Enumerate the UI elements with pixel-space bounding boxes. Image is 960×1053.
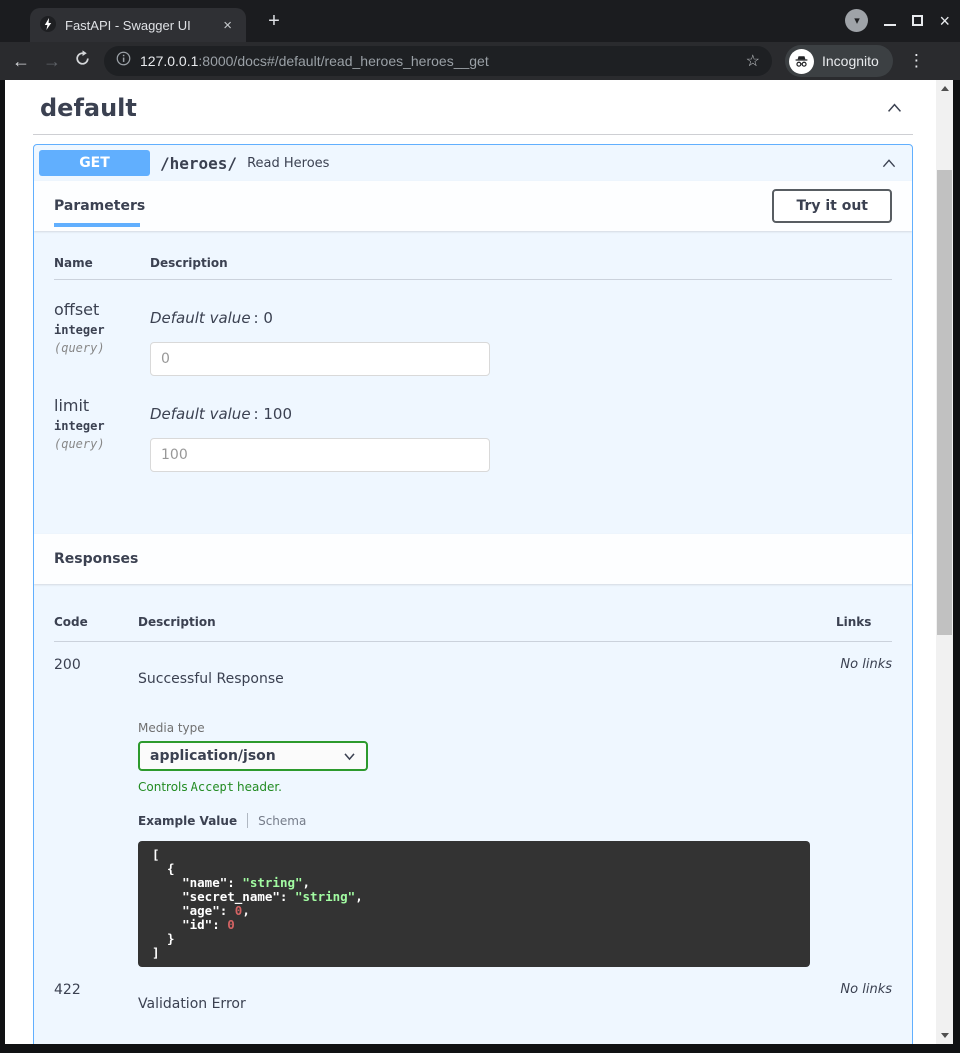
back-button[interactable]: ← xyxy=(12,51,30,72)
incognito-label: Incognito xyxy=(822,53,879,69)
browser-menu-icon[interactable]: ⋮ xyxy=(906,51,927,71)
parameters-header: Parameters Try it out xyxy=(34,181,912,231)
opblock-get-heroes: GET /heroes/ Read Heroes Parameters Try … xyxy=(33,144,913,1044)
response-code: 422 xyxy=(54,982,138,1012)
opblock-summary[interactable]: GET /heroes/ Read Heroes xyxy=(34,145,912,181)
browser-tab-strip: FastAPI - Swagger UI × + ▾ × xyxy=(0,0,960,42)
chevron-down-icon xyxy=(343,752,356,761)
param-name: limit xyxy=(54,396,150,415)
site-info-icon[interactable] xyxy=(116,51,131,71)
responses-header: Responses xyxy=(34,534,912,584)
tag-title: default xyxy=(40,94,137,122)
response-code: 200 xyxy=(54,657,138,967)
param-row-offset: offset integer (query) Default value: 0 xyxy=(54,280,892,376)
tab-parameters: Parameters xyxy=(54,198,145,214)
scroll-up-icon[interactable] xyxy=(936,80,953,97)
tab-close-icon[interactable]: × xyxy=(219,17,236,34)
param-location: (query) xyxy=(54,437,150,451)
new-tab-button[interactable]: + xyxy=(262,9,286,33)
param-default-label: Default value xyxy=(150,309,251,327)
endpoint-summary: Read Heroes xyxy=(247,156,881,171)
param-name: offset xyxy=(54,300,150,319)
param-type: integer xyxy=(54,323,150,337)
param-row-limit: limit integer (query) Default value: 100 xyxy=(54,376,892,472)
offset-input[interactable] xyxy=(150,342,490,376)
response-description: Validation Error xyxy=(138,982,836,1012)
endpoint-path: /heroes/ xyxy=(160,154,237,173)
controls-accept-note: ControlsAcceptheader. xyxy=(138,780,836,794)
tab-schema[interactable]: Schema xyxy=(258,814,306,828)
incognito-icon xyxy=(789,49,814,74)
tag-section-header[interactable]: default xyxy=(33,80,913,135)
collapse-tag-icon[interactable] xyxy=(886,101,903,115)
param-default-value: : 0 xyxy=(254,309,273,327)
forward-button: → xyxy=(43,51,61,72)
window-minimize-button[interactable] xyxy=(884,24,896,26)
response-links: No links xyxy=(836,657,892,967)
limit-input[interactable] xyxy=(150,438,490,472)
browser-toolbar: ← → 127.0.0.1:8000/docs#/default/read_he… xyxy=(0,42,960,80)
tab-separator xyxy=(247,813,248,828)
response-row-200: 200 Successful Response Media type appli… xyxy=(54,642,892,967)
response-row-422: 422 Validation Error No links xyxy=(54,967,892,1012)
param-default-label: Default value xyxy=(150,405,251,423)
accept-header-code: Accept xyxy=(191,780,234,794)
response-description: Successful Response xyxy=(138,657,836,687)
address-bar[interactable]: 127.0.0.1:8000/docs#/default/read_heroes… xyxy=(104,46,772,76)
method-badge: GET xyxy=(39,150,150,176)
col-description: Description xyxy=(138,615,836,629)
try-it-out-button[interactable]: Try it out xyxy=(772,189,892,223)
responses-title: Responses xyxy=(54,551,138,567)
responses-table: Code Description Links 200 Successful Re… xyxy=(54,584,892,1044)
example-json-block[interactable]: [ { "name": "string", "secret_name": "st… xyxy=(138,841,810,967)
incognito-badge: Incognito xyxy=(785,45,893,77)
col-code: Code xyxy=(54,615,138,629)
browser-tab[interactable]: FastAPI - Swagger UI × xyxy=(30,8,246,42)
scroll-down-icon[interactable] xyxy=(936,1027,953,1044)
window-close-button[interactable]: × xyxy=(939,12,950,30)
tab-title: FastAPI - Swagger UI xyxy=(65,18,219,33)
media-type-value: application/json xyxy=(150,748,343,764)
url-host: 127.0.0.1 xyxy=(140,53,198,69)
scrollbar-thumb[interactable] xyxy=(937,170,952,635)
url-text[interactable]: 127.0.0.1:8000/docs#/default/read_heroes… xyxy=(140,53,737,69)
page-scrollbar[interactable] xyxy=(936,80,953,1044)
parameters-table: Name Description offset integer (query) … xyxy=(54,231,892,534)
col-description: Description xyxy=(150,256,892,270)
bookmark-star-icon[interactable]: ☆ xyxy=(746,51,760,71)
swagger-page: default GET /heroes/ Read Heroes Paramet… xyxy=(5,80,936,1044)
media-type-select[interactable]: application/json xyxy=(138,741,368,771)
collapse-operation-icon[interactable] xyxy=(881,157,897,170)
col-name: Name xyxy=(54,256,150,270)
param-default-value: : 100 xyxy=(254,405,292,423)
url-path: :8000/docs#/default/read_heroes_heroes__… xyxy=(198,53,488,69)
response-links: No links xyxy=(836,982,892,1012)
fastapi-favicon-icon xyxy=(40,16,56,35)
param-type: integer xyxy=(54,419,150,433)
param-location: (query) xyxy=(54,341,150,355)
tab-search-button[interactable]: ▾ xyxy=(845,9,868,32)
window-maximize-button[interactable] xyxy=(912,15,923,26)
tab-example-value[interactable]: Example Value xyxy=(138,814,237,828)
col-links: Links xyxy=(836,615,892,629)
media-type-label: Media type xyxy=(138,721,836,735)
reload-button[interactable] xyxy=(74,50,91,72)
